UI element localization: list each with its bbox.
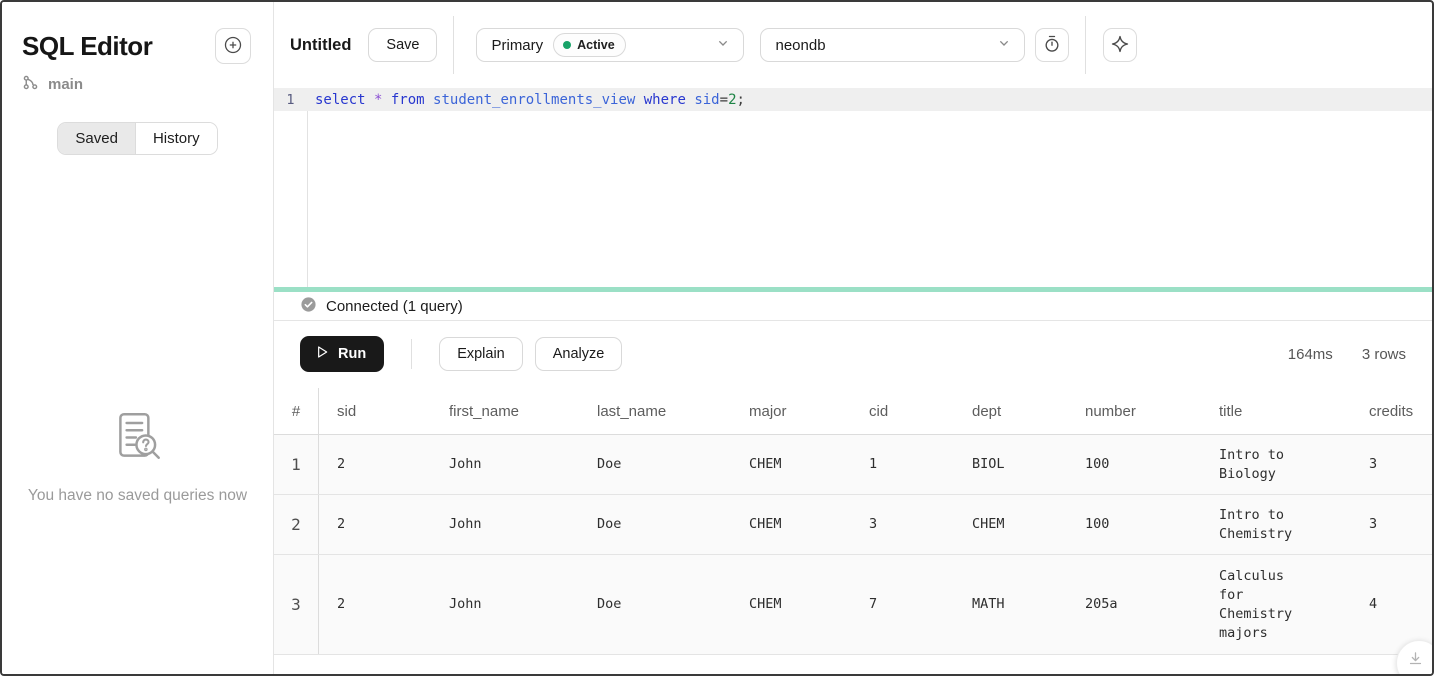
cell-first-name: John <box>431 507 579 542</box>
download-icon <box>1407 650 1424 670</box>
query-actions: Run Explain Analyze 164ms 3 rows <box>274 321 1432 388</box>
cell-last-name: Doe <box>579 507 731 542</box>
actions-divider <box>411 339 412 369</box>
connection-status-text: Connected (1 query) <box>326 298 463 315</box>
branch-name: main <box>48 76 83 93</box>
cell-credits: 3 <box>1351 447 1432 482</box>
sidebar-header: SQL Editor <box>2 2 273 64</box>
cell-title: Intro to Biology <box>1201 438 1351 492</box>
cell-title: Calculus for Chemistry majors <box>1201 559 1351 651</box>
run-button-label: Run <box>338 346 366 362</box>
row-count: 3 rows <box>1362 346 1406 363</box>
toolbar-divider <box>1085 16 1086 74</box>
column-header: number <box>1067 395 1201 428</box>
column-header: major <box>731 395 851 428</box>
cell-dept: MATH <box>954 587 1067 622</box>
cell-cid: 7 <box>851 587 954 622</box>
cell-first-name: John <box>431 447 579 482</box>
stopwatch-icon <box>1042 34 1062 57</box>
cell-number: 100 <box>1067 507 1201 542</box>
table-row[interactable]: 2 2 John Doe CHEM 3 CHEM 100 Intro to Ch… <box>274 495 1432 555</box>
column-header: dept <box>954 395 1067 428</box>
cell-sid: 2 <box>319 507 431 542</box>
cell-cid: 3 <box>851 507 954 542</box>
toolbar-divider <box>453 16 454 74</box>
tab-history[interactable]: History <box>135 123 217 154</box>
empty-state: You have no saved queries now <box>2 408 273 505</box>
editor-toolbar: Untitled Save Primary Active neondb <box>274 2 1432 88</box>
table-header-row: # sid first_name last_name major cid dep… <box>274 388 1432 435</box>
new-query-button[interactable] <box>215 28 251 64</box>
cell-major: CHEM <box>731 447 851 482</box>
results-table: # sid first_name last_name major cid dep… <box>274 388 1432 655</box>
cell-sid: 2 <box>319 587 431 622</box>
row-number: 2 <box>274 495 319 554</box>
cell-first-name: John <box>431 587 579 622</box>
chevron-down-icon <box>996 35 1012 55</box>
column-header: title <box>1201 395 1351 428</box>
cell-last-name: Doe <box>579 587 731 622</box>
play-icon <box>314 344 330 364</box>
ai-assist-button[interactable] <box>1103 28 1137 62</box>
cell-last-name: Doe <box>579 447 731 482</box>
git-branch-icon <box>22 74 39 95</box>
sidebar: SQL Editor main Saved History <box>2 2 274 674</box>
explain-button[interactable]: Explain <box>439 337 523 371</box>
sparkle-icon <box>1110 34 1130 57</box>
cell-number: 205a <box>1067 587 1201 622</box>
active-dot-icon <box>563 41 571 49</box>
save-button[interactable]: Save <box>368 28 437 62</box>
code-line-active[interactable]: 1 select * from student_enrollments_view… <box>274 88 1432 111</box>
cell-major: CHEM <box>731 587 851 622</box>
connection-statusbar: Connected (1 query) <box>274 292 1432 321</box>
main-panel: Untitled Save Primary Active neondb <box>274 2 1432 674</box>
branch-selector[interactable]: Primary Active <box>476 28 744 62</box>
column-header: # <box>274 388 319 434</box>
status-badge-label: Active <box>577 38 615 52</box>
database-selector-label: neondb <box>775 37 825 54</box>
tab-saved[interactable]: Saved <box>58 123 135 154</box>
column-header: first_name <box>431 395 579 428</box>
check-circle-icon <box>300 296 317 317</box>
document-search-icon <box>109 408 167 471</box>
chevron-down-icon <box>715 35 731 55</box>
table-row[interactable]: 3 2 John Doe CHEM 7 MATH 205a Calculus f… <box>274 555 1432 655</box>
cell-credits: 4 <box>1351 587 1432 622</box>
cell-credits: 3 <box>1351 507 1432 542</box>
cell-title: Intro to Chemistry <box>1201 498 1351 552</box>
query-title: Untitled <box>290 36 351 55</box>
query-timer-button[interactable] <box>1035 28 1069 62</box>
analyze-button[interactable]: Analyze <box>535 337 623 371</box>
column-header: cid <box>851 395 954 428</box>
saved-history-tabs: Saved History <box>57 122 217 155</box>
branch-indicator[interactable]: main <box>2 64 273 95</box>
run-button[interactable]: Run <box>300 336 384 372</box>
cell-cid: 1 <box>851 447 954 482</box>
sql-editor-window: SQL Editor main Saved History <box>0 0 1434 676</box>
cell-dept: CHEM <box>954 507 1067 542</box>
database-selector[interactable]: neondb <box>760 28 1025 62</box>
row-number: 1 <box>274 435 319 494</box>
page-title: SQL Editor <box>22 31 152 62</box>
table-row[interactable]: 1 2 John Doe CHEM 1 BIOL 100 Intro to Bi… <box>274 435 1432 495</box>
plus-circle-icon <box>222 34 244 59</box>
line-number: 1 <box>274 92 307 108</box>
status-badge: Active <box>553 33 626 57</box>
column-header: sid <box>319 395 431 428</box>
empty-state-text: You have no saved queries now <box>28 487 247 505</box>
cell-sid: 2 <box>319 447 431 482</box>
sql-query-text: select * from student_enrollments_view w… <box>307 92 745 108</box>
column-header: credits <box>1351 395 1432 428</box>
cell-major: CHEM <box>731 507 851 542</box>
column-header: last_name <box>579 395 731 428</box>
cell-number: 100 <box>1067 447 1201 482</box>
cell-dept: BIOL <box>954 447 1067 482</box>
query-duration: 164ms <box>1288 346 1333 363</box>
code-editor[interactable]: 1 select * from student_enrollments_view… <box>274 88 1432 287</box>
gutter-divider <box>307 88 308 287</box>
row-number: 3 <box>274 555 319 654</box>
branch-selector-label: Primary <box>491 37 543 54</box>
